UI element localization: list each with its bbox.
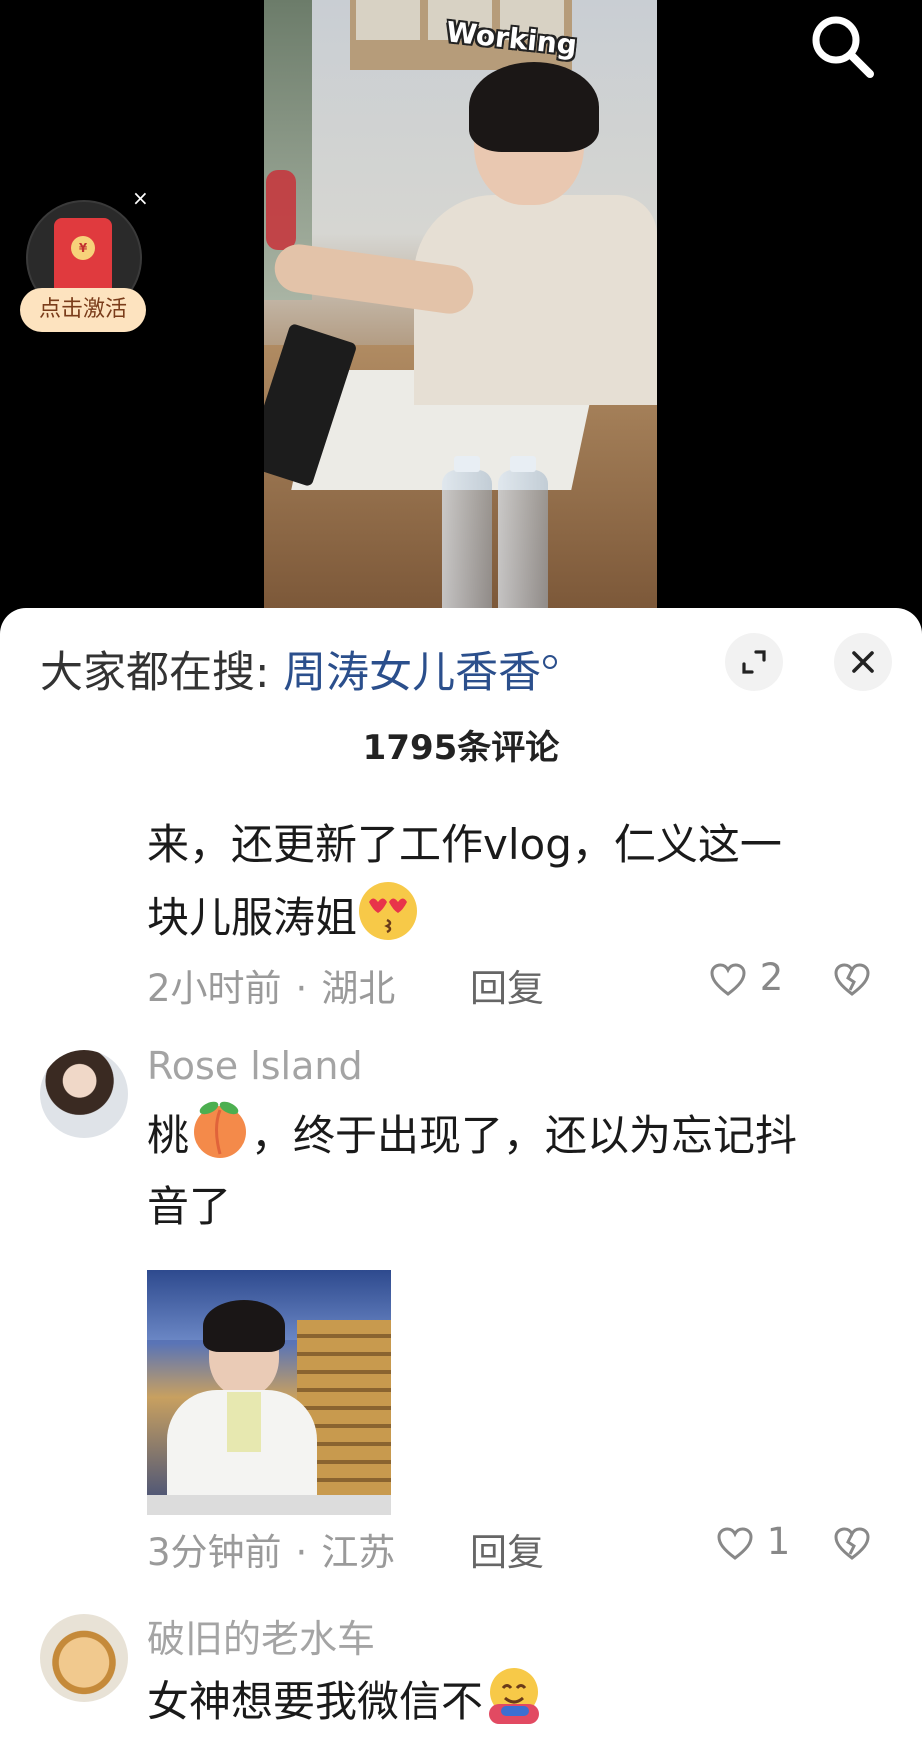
comment-text-line: 女神想要我微信不 [147,1677,484,1726]
reply-button[interactable]: 回复 [470,1522,544,1576]
video-person-hair [469,62,599,152]
comment-text: 来，还更新了工作vlog，仁义这一 [147,808,782,882]
video-water-bottle [442,456,492,615]
comment-time: 2小时前 [147,967,282,1010]
like-button[interactable]: 2 [708,956,783,1000]
dislike-button[interactable] [832,960,872,1004]
expand-button[interactable] [725,633,783,691]
comment-text-line: 块儿服涛姐 [147,893,358,942]
comment-text-line: ，终于出现了，还以为忘记抖 [251,1111,798,1160]
expand-icon [742,650,766,674]
search-button[interactable] [808,12,878,82]
comment-location: 湖北 [321,967,396,1010]
avatar[interactable] [40,1050,128,1138]
comment-text: 女神想要我微信不 [147,1664,545,1739]
search-icon [812,16,874,78]
comment-meta: 3分钟前 · 江苏 [147,1531,396,1574]
hot-search-bar[interactable]: 大家都在搜: 周涛女儿香香 [40,638,558,700]
video-water-bottle [498,456,548,615]
comment-text-line: 桃 [147,1111,190,1160]
comment-username[interactable]: 破旧的老水车 [147,1608,375,1663]
hot-search-prefix: 大家都在搜: [40,648,270,698]
like-button[interactable]: 1 [715,1520,790,1564]
red-packet-widget[interactable]: ¥ 点击激活 [20,196,146,338]
comment-text: 块儿服涛姐 [147,880,419,955]
comment-text: 桃 ，终于出现了，还以为忘记抖 [147,1098,797,1173]
comment-location: 江苏 [321,1531,396,1574]
broken-heart-icon [834,1527,870,1560]
comment-text: 音了 [147,1170,231,1244]
comment-username[interactable]: Rose lsland [147,1044,363,1088]
comment-meta: 2小时前 · 湖北 [147,967,396,1010]
close-comments-button[interactable] [834,633,892,691]
hot-search-term[interactable]: 周涛女儿香香 [283,648,541,698]
heart-outline-icon [717,1526,753,1560]
video-frame[interactable]: Working [264,0,657,615]
dislike-button[interactable] [832,1524,872,1568]
comment-sheet: 大家都在搜: 周涛女儿香香 1795条评论 来，还更新了工作vlog，仁义这一 … [0,608,922,1758]
video-player[interactable]: Working ¥ 点击激活 × [0,0,922,640]
like-count: 2 [759,956,784,999]
avatar[interactable] [40,1614,128,1702]
comment-text-line: 来，还更新了工作vlog，仁义这一 [147,820,782,869]
comment-count: 1795条评论 [362,728,560,768]
comment-image-attachment[interactable] [147,1270,391,1515]
close-icon [852,651,874,673]
reply-button[interactable]: 回复 [470,958,544,1012]
heart-outline-icon [710,962,746,996]
hugging-emoji [483,1664,545,1726]
broken-heart-icon [834,963,870,996]
heart-eyes-kiss-emoji [357,880,419,942]
peach-emoji [189,1098,251,1160]
comment-text-line: 音了 [147,1182,232,1231]
red-packet-close-button[interactable]: × [132,186,149,210]
like-count: 1 [766,1520,791,1563]
video-decoration-lantern [266,170,296,250]
red-envelope-icon: ¥ [54,218,112,296]
comment-time: 3分钟前 [147,1531,282,1574]
red-packet-activate-label[interactable]: 点击激活 [20,288,146,332]
small-search-icon [543,655,558,669]
red-envelope-seal: ¥ [71,236,95,260]
